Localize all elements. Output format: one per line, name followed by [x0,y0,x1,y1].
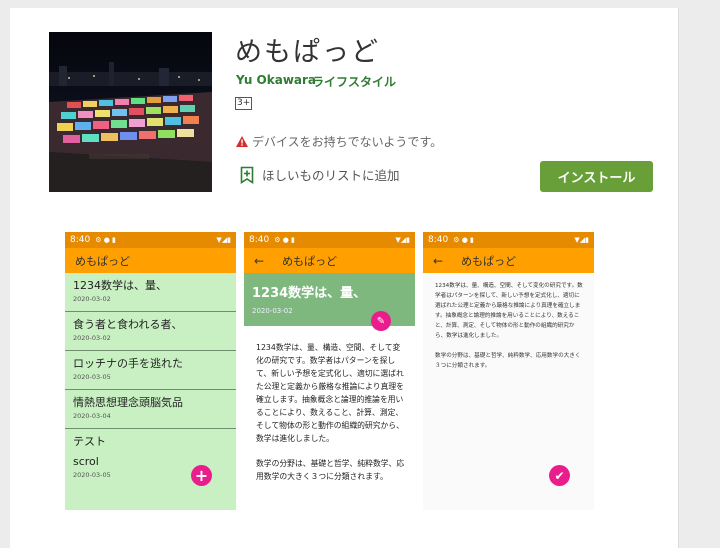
status-time: 8:40 [70,235,91,245]
check-icon: ✔ [554,468,565,483]
list-item-title: 食う者と食われる者、 [73,318,183,331]
content-rating-badge: 3+ [235,97,253,110]
status-time: 8:40 [428,235,449,245]
install-button[interactable]: インストール [540,161,653,192]
list-item-date: 2020-03-05 [73,373,111,381]
detail-body-paragraph: 1234数学は、量、構造、空間、そして変化の研究です。数学者はパターンを探して、… [256,343,404,443]
list-item[interactable]: 1234数学は、量、 2020-03-02 [65,273,236,312]
app-bar-title: めもぱっど [282,254,338,268]
status-bar: 8:40 ⚙ ● ▮ ▼◢▮ [244,232,415,248]
screenshot-list[interactable]: 8:40 ⚙ ● ▮ ▼◢▮ めもぱっど 1234数学は、量、 2020-03-… [65,232,236,510]
back-arrow-icon[interactable]: ← [433,254,443,268]
app-bar: めもぱっど [65,248,236,273]
status-icons: ⚙ ● ▮ [95,236,116,244]
save-fab-button[interactable]: ✔ [549,465,570,486]
device-warning-text: デバイスをお持ちでないようです。 [252,135,443,149]
app-icon [49,32,212,192]
list-item-date: 2020-03-04 [73,412,111,420]
list-item[interactable]: テスト [65,429,236,455]
detail-body: 1234数学は、量、構造、空間、そして変化の研究です。数学者はパターンを探して、… [244,326,415,483]
app-bar-title: めもぱっど [461,254,517,268]
plus-icon: + [194,466,209,485]
memo-list: 1234数学は、量、 2020-03-02 食う者と食われる者、 2020-03… [65,273,236,494]
app-bar: ← めもぱっど [423,248,594,273]
list-item[interactable]: 食う者と食われる者、 2020-03-02 [65,312,236,351]
screenshot-detail[interactable]: 8:40 ⚙ ● ▮ ▼◢▮ ← めもぱっど 1234数学は、量、 2020-0… [244,232,415,510]
add-fab-button[interactable]: + [191,465,212,486]
edit-fab-button[interactable]: ✎ [371,311,391,331]
warning-icon [236,136,248,147]
list-item-date: 2020-03-02 [73,334,111,342]
status-bar: 8:40 ⚙ ● ▮ ▼◢▮ [423,232,594,248]
detail-heading: 1234数学は、量、 [252,286,367,301]
app-bar-title: めもぱっど [75,254,130,268]
developer-link[interactable]: Yu Okawara [236,73,316,87]
back-arrow-icon[interactable]: ← [254,254,264,268]
signal-battery-icon: ▼◢▮ [216,236,231,244]
list-item-title: テスト [73,435,106,448]
edit-body-paragraph: 1234数学は、量、構造、空間、そして変化の研究です。数学者はパターンを探して、… [435,283,583,339]
bookmark-add-icon [240,166,254,184]
list-item-title: 1234数学は、量、 [73,279,167,292]
list-item[interactable]: ロッチナの手を逃れた 2020-03-05 [65,351,236,390]
list-item-date: 2020-03-02 [73,295,111,303]
app-bar: ← めもぱっど [244,248,415,273]
night-market-photo [49,32,212,192]
wishlist-label: ほしいものリストに追加 [262,168,400,183]
category-link[interactable]: ライフスタイル [312,73,396,90]
signal-battery-icon: ▼◢▮ [395,236,410,244]
status-icons: ⚙ ● ▮ [274,236,295,244]
wishlist-button[interactable]: ほしいものリストに追加 [240,165,400,184]
detail-body-paragraph: 数学の分野は、基礎と哲学、純粋数学、応用数学の大きく３つに分類されます。 [256,459,405,481]
edit-text-area[interactable]: 1234数学は、量、構造、空間、そして変化の研究です。数学者はパターンを探して、… [423,273,594,371]
screenshot-edit[interactable]: 8:40 ⚙ ● ▮ ▼◢▮ ← めもぱっど 1234数学は、量、構造、空間、そ… [423,232,594,510]
app-title: めもぱっど [235,37,380,68]
device-warning: デバイスをお持ちでないようです。 [236,133,442,150]
status-icons: ⚙ ● ▮ [453,236,474,244]
list-item[interactable]: 情熱思想理念頭脳気品 2020-03-04 [65,390,236,429]
list-item-title: ロッチナの手を逃れた [73,357,183,370]
edit-body-paragraph: 数学の分野は、基礎と哲学、純粋数学、応用数学の大きく３つに分類されます。 [435,353,581,369]
list-item-title: 情熱思想理念頭脳気品 [73,396,183,409]
status-time: 8:40 [249,235,270,245]
signal-battery-icon: ▼◢▮ [574,236,589,244]
status-bar: 8:40 ⚙ ● ▮ ▼◢▮ [65,232,236,248]
pencil-icon: ✎ [376,315,386,327]
